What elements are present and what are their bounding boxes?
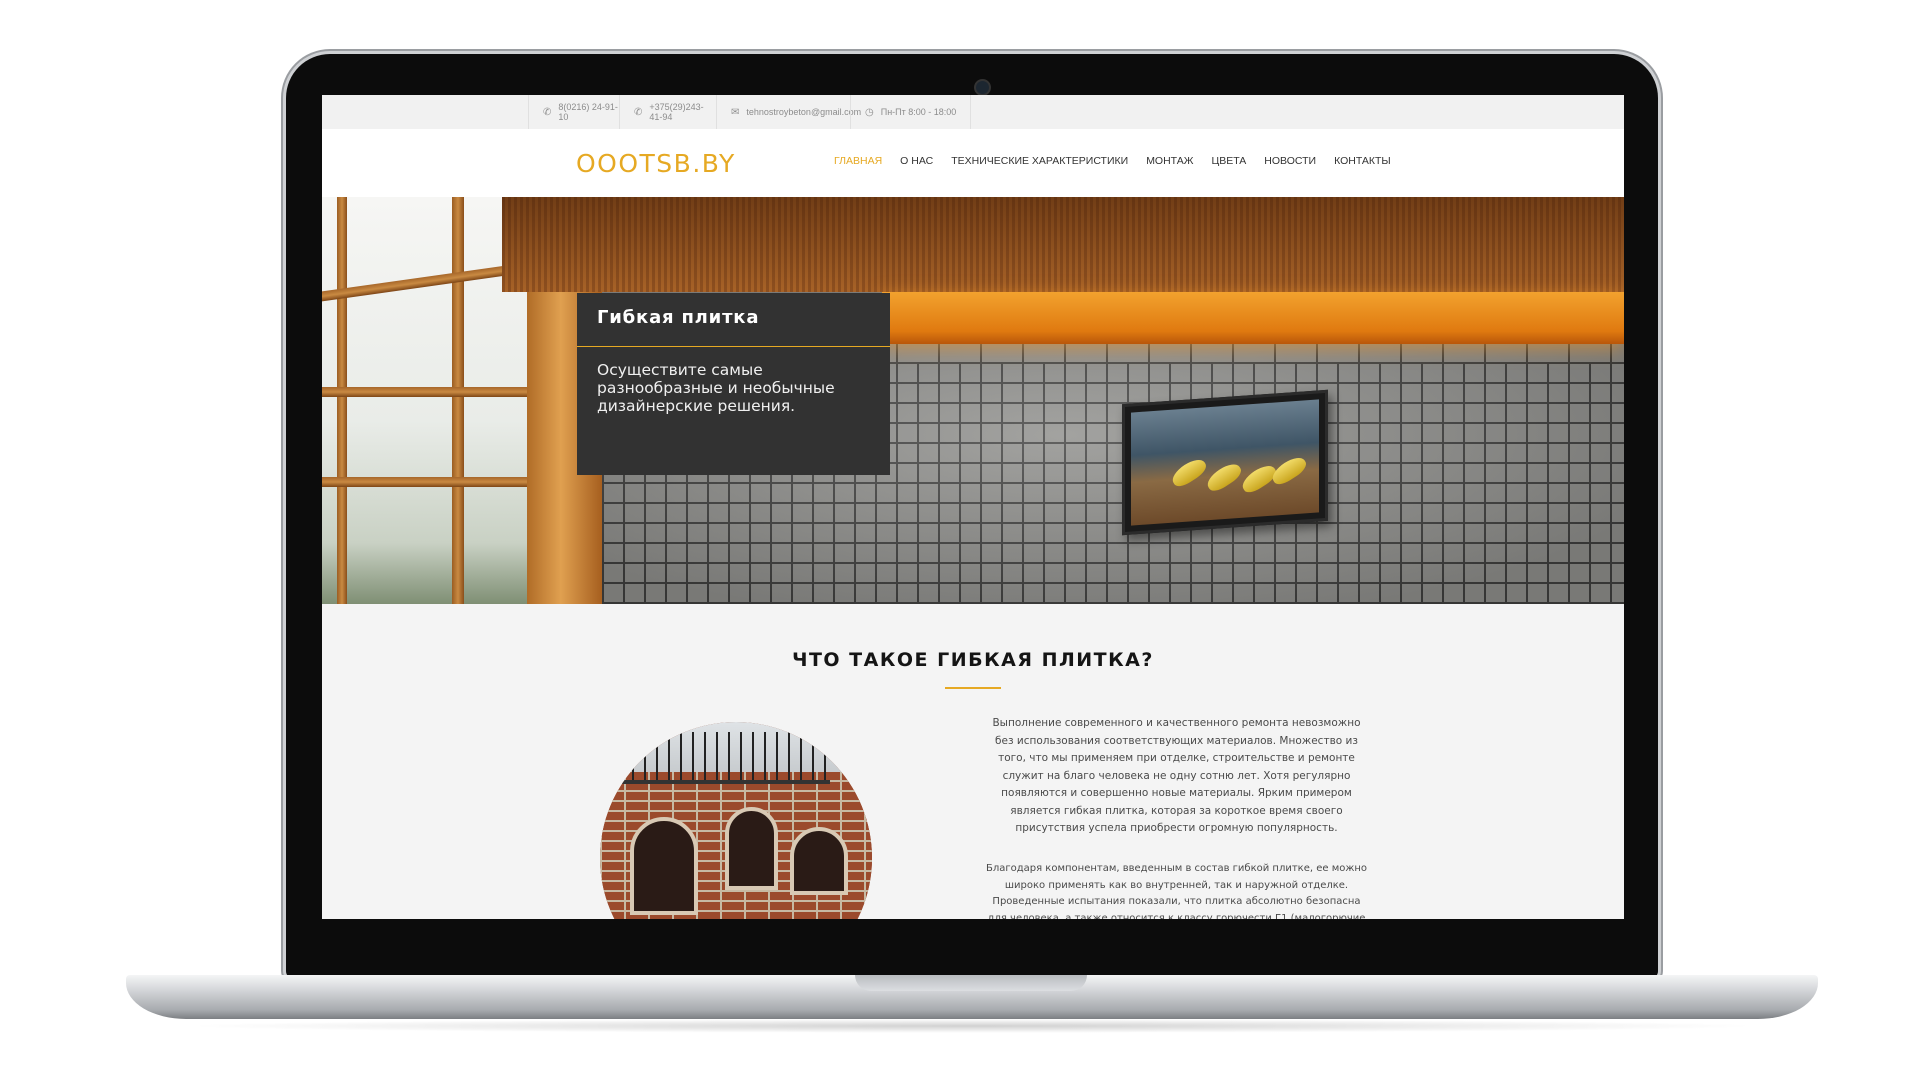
site-logo[interactable]: OOOTSB.BY: [576, 149, 736, 178]
laptop-shadow: [180, 1019, 1764, 1033]
topbar-hours-text: Пн-Пт 8:00 - 18:00: [880, 107, 957, 117]
topbar-phone-2[interactable]: ✆ +375(29)243-41-94: [619, 95, 716, 129]
nav-item-about[interactable]: О НАС: [900, 155, 933, 167]
hero-led-light: [882, 292, 1624, 344]
hero-text: Осуществите самые разнообразные и необыч…: [597, 361, 835, 415]
nav-item-contacts[interactable]: КОНТАКТЫ: [1334, 155, 1391, 167]
brick-house-photo: [600, 722, 872, 919]
section-paragraph-1: Выполнение современного и качественного …: [992, 717, 1361, 834]
nav-item-specs[interactable]: ТЕХНИЧЕСКИЕ ХАРАКТЕРИСТИКИ: [951, 155, 1128, 167]
contact-topbar: ✆ 8(0216) 24-91-10 ✆ +375(29)243-41-94 ✉…: [322, 95, 1624, 130]
nav-item-colors[interactable]: ЦВЕТА: [1211, 155, 1246, 167]
topbar-phone-1[interactable]: ✆ 8(0216) 24-91-10: [528, 95, 619, 129]
main-nav: ГЛАВНАЯ О НАС ТЕХНИЧЕСКИЕ ХАРАКТЕРИСТИКИ…: [834, 155, 1391, 167]
camera-icon: [974, 79, 991, 96]
site-header: OOOTSB.BY ГЛАВНАЯ О НАС ТЕХНИЧЕСКИЕ ХАРА…: [322, 129, 1624, 197]
hero-caption-box: Гибкая плитка Осуществите самые разнообр…: [577, 293, 890, 475]
laptop-notch: [855, 975, 1087, 991]
browser-screen: ✆ 8(0216) 24-91-10 ✆ +375(29)243-41-94 ✉…: [322, 95, 1624, 919]
hero-banner: Гибкая плитка Осуществите самые разнообр…: [322, 197, 1624, 604]
section-paragraph-2: Благодаря компонентам, введенным в соста…: [985, 863, 1368, 919]
topbar-divider: [970, 95, 971, 129]
topbar-phone-1-text: 8(0216) 24-91-10: [558, 102, 618, 122]
clock-icon: ◷: [865, 106, 874, 118]
section-underline: [945, 687, 1001, 689]
section-title: ЧТО ТАКОЕ ГИБКАЯ ПЛИТКА?: [792, 649, 1154, 671]
nav-item-news[interactable]: НОВОСТИ: [1264, 155, 1316, 167]
hero-divider: [577, 346, 890, 347]
email-icon: ✉: [731, 106, 740, 118]
nav-item-home[interactable]: ГЛАВНАЯ: [834, 155, 882, 167]
topbar-email-text: tehnostroybeton@gmail.com: [746, 107, 862, 117]
topbar-phone-2-text: +375(29)243-41-94: [649, 102, 704, 122]
hero-tv-image: [1122, 389, 1328, 536]
topbar-email[interactable]: ✉ tehnostroybeton@gmail.com: [716, 95, 861, 129]
phone-icon: ✆: [543, 106, 552, 118]
topbar-hours: ◷ Пн-Пт 8:00 - 18:00: [850, 95, 970, 129]
hero-title: Гибкая плитка: [597, 307, 760, 328]
phone-icon: ✆: [634, 106, 643, 118]
nav-item-installation[interactable]: МОНТАЖ: [1146, 155, 1193, 167]
